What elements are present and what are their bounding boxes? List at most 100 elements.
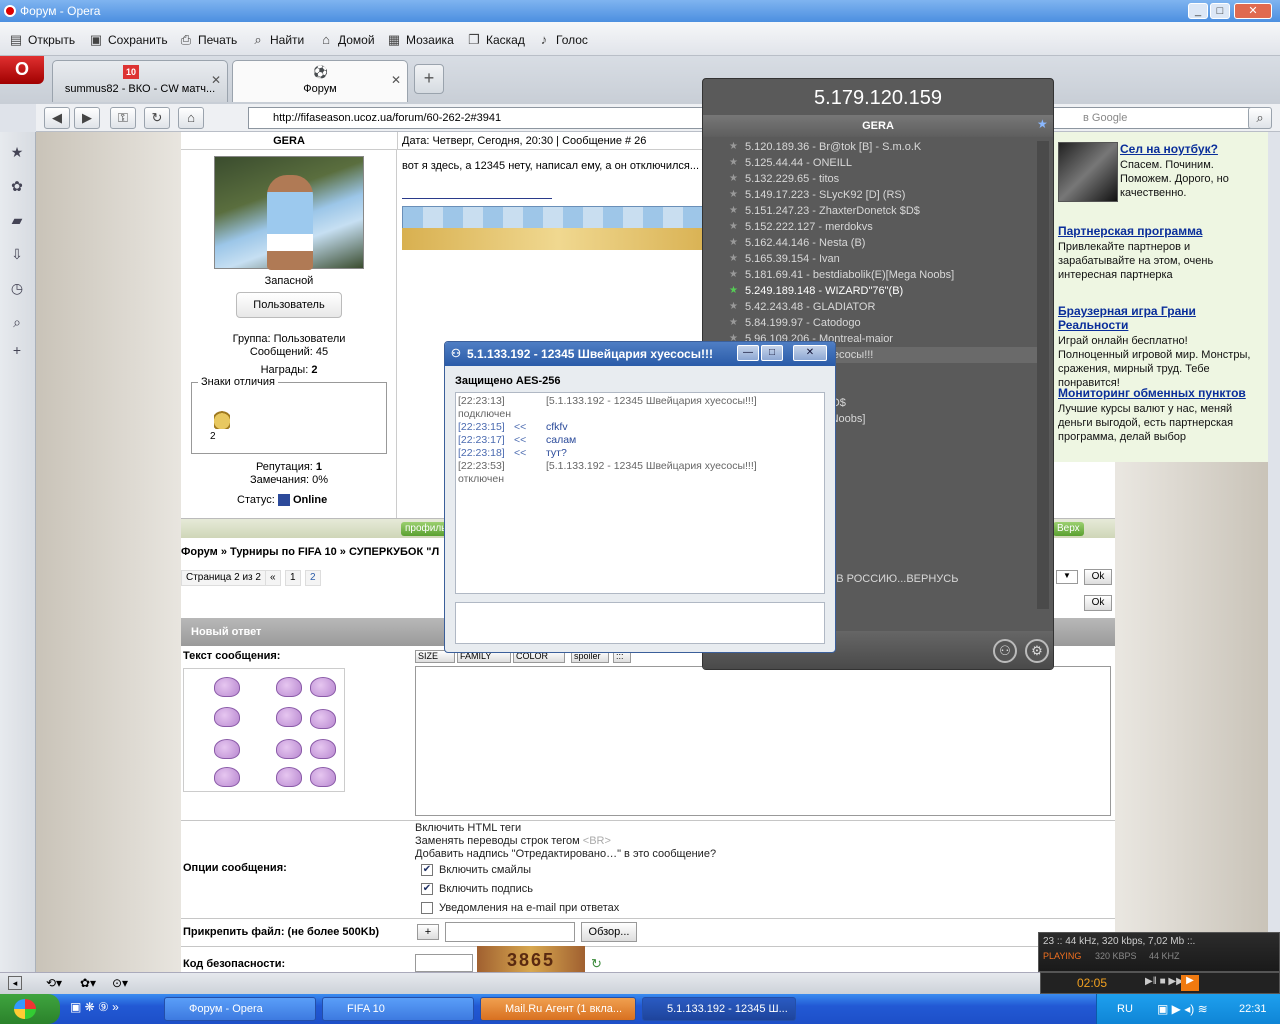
winamp-logo-icon[interactable]: ▶	[1181, 975, 1199, 991]
ip-list-item[interactable]: ★ 5.152.222.127 - merdokvs	[717, 219, 1037, 235]
smiley-icon[interactable]	[310, 767, 336, 787]
ip-list-item[interactable]: ★ 5.120.189.36 - Br@tok [B] - S.m.o.K	[717, 139, 1037, 155]
start-button[interactable]	[0, 994, 60, 1024]
smiley-icon[interactable]	[276, 707, 302, 727]
ad-title[interactable]: Мониторинг обменных пунктов	[1058, 386, 1258, 400]
ok-button[interactable]: Ok	[1084, 595, 1112, 611]
dropdown-arrow-icon[interactable]: ▼	[1056, 570, 1078, 584]
smiley-cry-icon[interactable]	[214, 707, 240, 727]
home-button[interactable]: ⌂ Домой	[318, 32, 375, 48]
close-tab-icon[interactable]: ✕	[391, 73, 401, 87]
attach-add-button[interactable]: +	[417, 924, 439, 940]
reload-button[interactable]: ↻	[144, 107, 170, 129]
ip-list-item[interactable]: ★ 5.125.44.44 - ONEILL	[717, 155, 1037, 171]
captcha-input[interactable]	[415, 954, 473, 972]
search-go-icon[interactable]: ⌕	[1248, 107, 1272, 129]
quicklaunch-icons[interactable]: ▣ ❋ ⑨ »	[70, 1000, 119, 1014]
breadcrumb-tournaments[interactable]: Турниры по FIFA 10	[230, 546, 337, 558]
downloads-icon[interactable]: ⇩	[8, 246, 26, 264]
cascade-button[interactable]: ❐ Каскад	[466, 32, 525, 48]
refresh-captcha-icon[interactable]: ↻	[591, 956, 602, 972]
open-button[interactable]: ▤ Открыть	[8, 32, 75, 48]
panel-toggle-icon[interactable]: ◂	[8, 976, 22, 990]
opera-menu-button[interactable]: O	[0, 56, 44, 84]
ad-title[interactable]: Сел на ноутбук?	[1120, 142, 1260, 156]
chat-maximize-button[interactable]: □	[761, 345, 783, 361]
forward-button[interactable]: ▶	[74, 107, 100, 129]
ip-list-item[interactable]: ★ 5.151.247.23 - ZhaxterDonetck $D$	[717, 203, 1037, 219]
task-chat[interactable]: 5.1.133.192 - 12345 Ш...	[642, 997, 796, 1021]
close-button[interactable]: ✕	[1234, 3, 1272, 19]
smilies-checkbox[interactable]: ✔	[421, 864, 433, 876]
ip-list-item[interactable]: ★ 5.149.17.223 - SLycK92 [D] (RS)	[717, 187, 1037, 203]
sync-icon[interactable]: ⟲▾	[46, 976, 62, 990]
ok-button[interactable]: Ok	[1084, 569, 1112, 585]
minimize-button[interactable]: _	[1188, 3, 1208, 19]
user-group-button[interactable]: Пользователь	[236, 292, 342, 318]
ip-list-scrollbar[interactable]	[1037, 141, 1049, 609]
wand-button[interactable]: ⚿	[110, 107, 136, 129]
back-button[interactable]: ◀	[44, 107, 70, 129]
search-panel-icon[interactable]: ⌕	[8, 314, 26, 332]
chat-close-button[interactable]: ✕	[793, 345, 827, 361]
search-field[interactable]: в Google	[1046, 107, 1268, 129]
ip-list-item[interactable]: ★ 5.132.229.65 - titos	[717, 171, 1037, 187]
maximize-button[interactable]: □	[1210, 3, 1230, 19]
winamp-play-icon[interactable]: ▶‖ ■ ▶▶	[1145, 976, 1184, 987]
ad-thumbnail[interactable]	[1058, 142, 1118, 202]
post-author[interactable]: GERA	[181, 132, 397, 150]
url-field[interactable]: http://fifaseason.ucoz.ua/forum/60-262-2…	[248, 107, 768, 129]
new-tab-button[interactable]: +	[414, 64, 444, 94]
profile-button[interactable]: профиль	[401, 522, 451, 536]
find-button[interactable]: ⌕ Найти	[250, 32, 304, 48]
close-tab-icon[interactable]: ✕	[211, 73, 221, 87]
smiley-icon[interactable]	[214, 739, 240, 759]
ip-list-item[interactable]: ★ 5.181.69.41 - bestdiabolik(E)[Mega Noob…	[717, 267, 1037, 283]
ad-title[interactable]: Браузерная игра Грани Реальности	[1058, 304, 1258, 332]
widgets-icon[interactable]: ✿	[8, 178, 26, 196]
task-mailru[interactable]: Mail.Ru Агент (1 вкла...	[480, 997, 636, 1021]
ip-list-item[interactable]: ★ 5.42.243.48 - GLADIATOR	[717, 299, 1037, 315]
message-textarea[interactable]	[415, 666, 1111, 816]
page-1[interactable]: 1	[285, 570, 301, 586]
bookmarks-icon[interactable]: ★	[8, 144, 26, 162]
voice-button[interactable]: ♪ Голос	[536, 32, 588, 48]
email-checkbox[interactable]	[421, 902, 433, 914]
smiley-cool-icon[interactable]	[310, 677, 336, 697]
network-icon[interactable]: ⚇	[993, 639, 1017, 663]
ip-list-item[interactable]: ★ 5.165.39.154 - Ivan	[717, 251, 1037, 267]
smiley-icon[interactable]	[276, 677, 302, 697]
ip-list-item[interactable]: ★ 5.162.44.146 - Nesta (B)	[717, 235, 1037, 251]
task-fifa[interactable]: FIFA 10	[322, 997, 474, 1021]
language-indicator[interactable]: RU	[1117, 994, 1133, 1024]
tab-forum[interactable]: ⚽ Форум ✕	[232, 60, 408, 102]
smiley-surprised-icon[interactable]	[276, 767, 302, 787]
tab-summus82[interactable]: 10 summus82 - ВКО - CW матч... ✕	[52, 60, 228, 102]
gear-icon[interactable]: ⚙	[1025, 639, 1049, 663]
smiley-icon[interactable]	[214, 677, 240, 697]
save-button[interactable]: ▣ Сохранить	[88, 32, 168, 48]
mosaic-button[interactable]: ▦ Мозаика	[386, 32, 454, 48]
ip-list-item[interactable]: ★ 5.84.199.97 - Catodogo	[717, 315, 1037, 331]
browse-button[interactable]: Обзор...	[581, 922, 637, 942]
smiley-icon[interactable]	[310, 739, 336, 759]
history-icon[interactable]: ◷	[8, 280, 26, 298]
ad-title[interactable]: Партнерская программа	[1058, 224, 1258, 238]
breadcrumb-topic[interactable]: СУПЕРКУБОК "Л	[349, 546, 439, 558]
smiley-icon[interactable]	[276, 739, 302, 759]
home-nav-button[interactable]: ⌂	[178, 107, 204, 129]
breadcrumb-forum[interactable]: Форум	[181, 546, 218, 558]
signature-checkbox[interactable]: ✔	[421, 883, 433, 895]
add-panel-icon[interactable]: +	[8, 342, 26, 360]
page-prev[interactable]: «	[265, 570, 281, 586]
chat-minimize-button[interactable]: —	[737, 345, 759, 361]
star-icon[interactable]: ★	[1037, 117, 1048, 131]
notes-icon[interactable]: ▰	[8, 212, 26, 230]
print-button[interactable]: ⎙ Печать	[178, 32, 238, 48]
task-opera[interactable]: Форум - Opera	[164, 997, 316, 1021]
attach-file-input[interactable]	[445, 922, 575, 942]
chat-input[interactable]	[455, 602, 825, 644]
tray-icons[interactable]: ▣ ▶ ◂) ≋	[1157, 994, 1208, 1024]
smiley-tongue-icon[interactable]	[214, 767, 240, 787]
smiley-icon[interactable]	[310, 709, 336, 729]
